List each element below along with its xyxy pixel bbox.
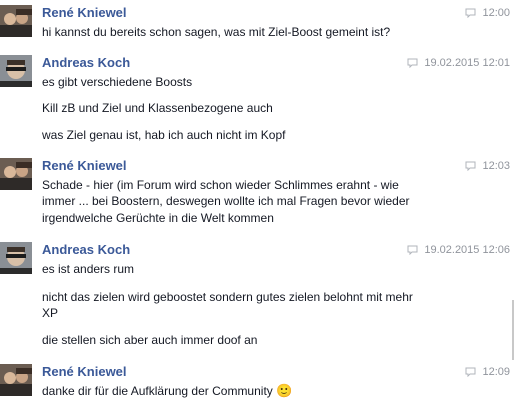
message-text: danke dir für die Aufklärung der Communi… — [42, 383, 462, 399]
timestamp: 19.02.2015 12:06 — [424, 244, 510, 256]
message-text: die stellen sich aber auch immer doof an — [42, 333, 258, 347]
message-text: was Ziel genau ist, hab ich auch nicht i… — [42, 128, 286, 142]
message-text: XP — [42, 306, 59, 320]
author-name[interactable]: René Kniewel — [42, 5, 127, 20]
message-text-content: danke dir für die Aufklärung der Communi… — [42, 384, 273, 398]
chat-bubble-icon — [465, 8, 476, 18]
message-text: nicht das zielen wird geboostet sondern … — [42, 290, 413, 304]
chat-bubble-icon — [465, 367, 476, 377]
message-meta: 12:03 — [465, 160, 510, 172]
message-text: es gibt verschiedene Boosts — [42, 75, 193, 89]
smiley-emoji-icon: 🙂 — [276, 383, 293, 398]
message-text: irgendwelche Gerüchte in die Welt kommen — [42, 211, 274, 225]
message-meta: 12:00 — [465, 7, 510, 19]
message-text: Kill zB und Ziel und Klassenbezogene auc… — [42, 101, 273, 115]
message-meta: 19.02.2015 12:06 — [407, 244, 510, 256]
message-meta: 12:09 — [465, 366, 510, 378]
chat-bubble-icon — [465, 161, 476, 171]
avatar-andreas[interactable] — [0, 55, 32, 87]
timestamp: 12:09 — [482, 366, 510, 378]
avatar-andreas[interactable] — [0, 242, 32, 274]
message-meta: 19.02.2015 12:01 — [407, 57, 510, 69]
message-text: Schade - hier (im Forum wird schon wiede… — [42, 178, 399, 192]
author-name[interactable]: Andreas Koch — [42, 55, 130, 70]
author-name[interactable]: Andreas Koch — [42, 242, 130, 257]
avatar-rene[interactable] — [0, 158, 32, 190]
timestamp: 19.02.2015 12:01 — [424, 57, 510, 69]
avatar-rene[interactable] — [0, 364, 32, 396]
chat-bubble-icon — [407, 58, 418, 68]
chat-bubble-icon — [407, 245, 418, 255]
message-text: hi kannst du bereits schon sagen, was mi… — [42, 25, 391, 39]
timestamp: 12:03 — [482, 160, 510, 172]
timestamp: 12:00 — [482, 7, 510, 19]
message-text: immer ... bei Boostern, deswegen wollte … — [42, 194, 410, 208]
avatar-rene[interactable] — [0, 5, 32, 37]
message-text: es ist anders rum — [42, 262, 135, 276]
author-name[interactable]: René Kniewel — [42, 364, 127, 379]
author-name[interactable]: René Kniewel — [42, 158, 127, 173]
